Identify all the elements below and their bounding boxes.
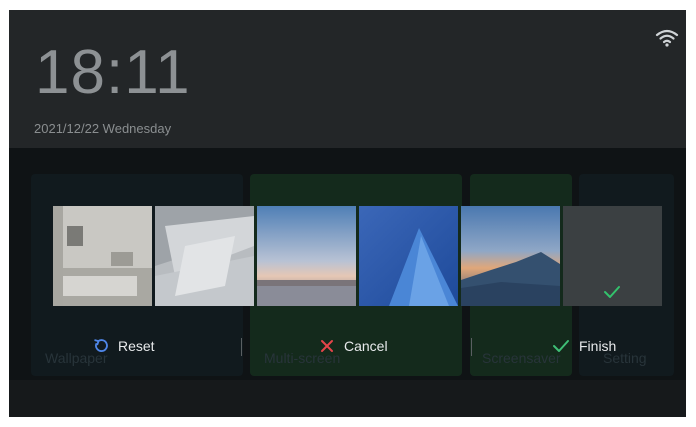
reset-icon	[93, 338, 109, 354]
footer-bar	[9, 380, 686, 417]
finish-button[interactable]: Finish	[552, 334, 616, 358]
wallpaper-thumbnail-mountain-dusk[interactable]	[461, 206, 560, 306]
date-label: 2021/12/22 Wednesday	[34, 121, 172, 136]
wallpaper-strip	[53, 206, 662, 306]
wifi-icon	[655, 28, 679, 48]
wallpaper-thumbnail-interior-room[interactable]	[53, 206, 152, 306]
check-icon	[552, 338, 570, 354]
cancel-label: Cancel	[344, 338, 388, 354]
status-area: 18:11 2021/12/22 Wednesday	[9, 10, 686, 148]
wallpaper-thumbnail-white-architecture[interactable]	[155, 206, 254, 306]
wallpaper-thumbnail-solid-gray[interactable]	[563, 206, 662, 306]
action-bar: Reset Cancel Finish	[9, 334, 686, 358]
clock: 18:11	[35, 38, 191, 107]
close-icon	[319, 338, 335, 354]
wallpaper-thumbnail-sunset-lake[interactable]	[257, 206, 356, 306]
cancel-button[interactable]: Cancel	[319, 334, 388, 358]
reset-button[interactable]: Reset	[93, 334, 155, 358]
finish-label: Finish	[579, 338, 617, 354]
action-divider	[471, 338, 472, 356]
check-icon	[603, 285, 621, 299]
screen: 18:11 2021/12/22 Wednesday Wallpaper Mul…	[9, 10, 686, 417]
reset-label: Reset	[118, 338, 155, 354]
action-divider	[241, 338, 242, 356]
wallpaper-thumbnail-blue-wave[interactable]	[359, 206, 458, 306]
